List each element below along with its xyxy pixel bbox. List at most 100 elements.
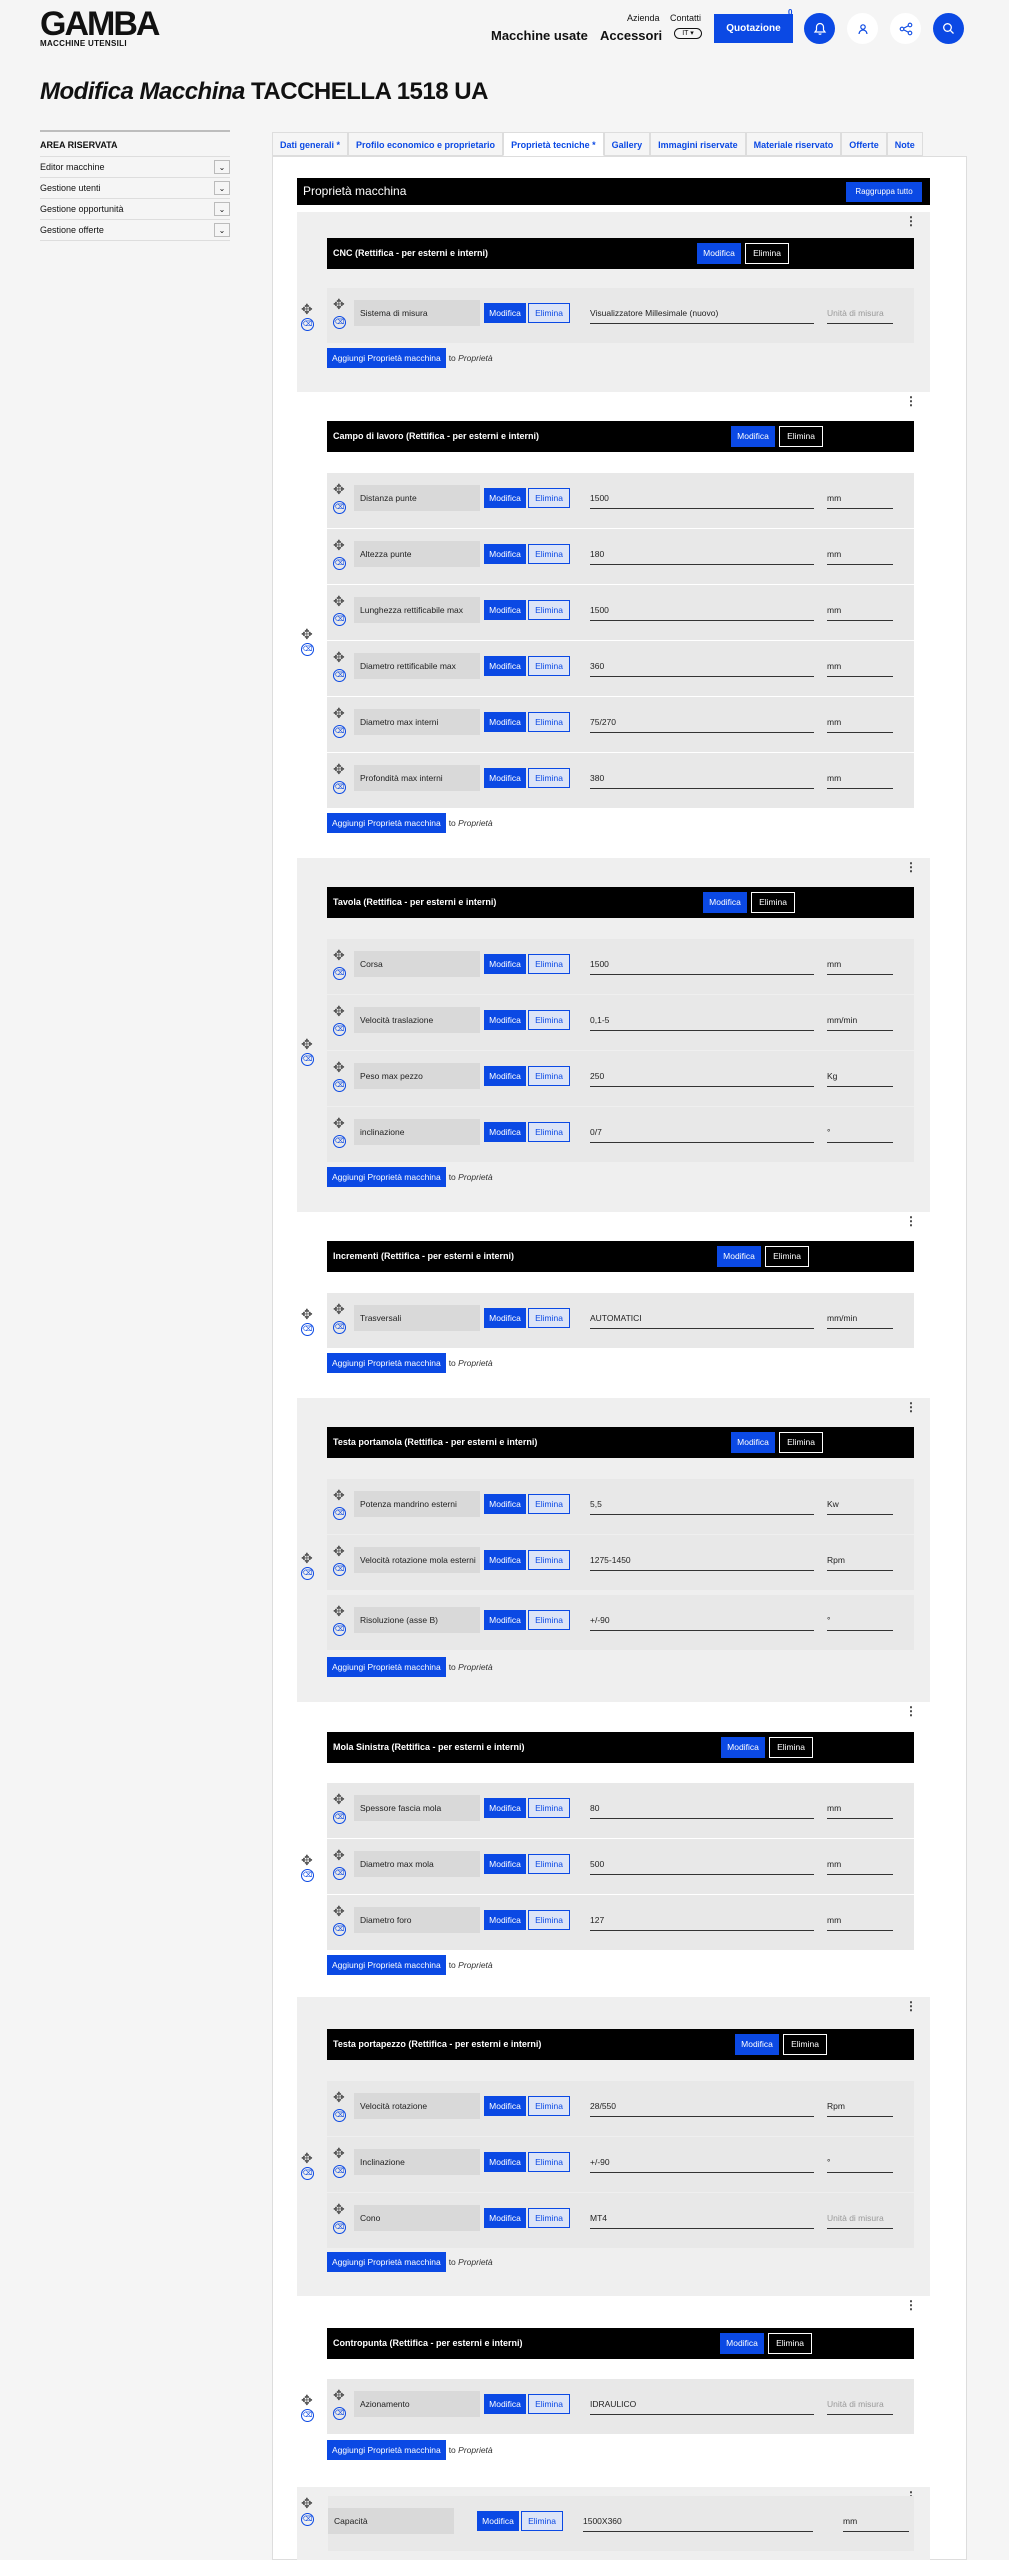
edit-property-button[interactable]: Modifica	[477, 2511, 519, 2531]
delete-group-button[interactable]: Elimina	[765, 1246, 809, 1267]
group-drag-handle-icon[interactable]: ✥	[301, 302, 313, 316]
edit-group-button[interactable]: Modifica	[720, 2333, 764, 2354]
delete-property-button[interactable]: Elimina	[528, 303, 570, 323]
drag-handle-icon[interactable]: ✥	[333, 650, 345, 664]
tab-offerte[interactable]: Offerte	[841, 132, 887, 156]
notifications-button[interactable]	[804, 13, 835, 44]
language-select[interactable]: IT ▾	[674, 28, 702, 39]
trash-icon[interactable]: ⌫	[333, 725, 346, 738]
trash-icon[interactable]: ⌫	[301, 2513, 314, 2526]
property-value-input[interactable]: Visualizzatore Millesimale (nuovo)	[590, 304, 814, 324]
property-value-input[interactable]: 360	[590, 657, 814, 677]
trash-icon[interactable]: ⌫	[333, 781, 346, 794]
tab-materiale-riservato[interactable]: Materiale riservato	[745, 132, 842, 156]
delete-group-button[interactable]: Elimina	[768, 2333, 812, 2354]
edit-property-button[interactable]: Modifica	[484, 2096, 526, 2116]
drag-handle-icon[interactable]: ✥	[333, 1848, 345, 1862]
delete-property-button[interactable]: Elimina	[528, 1854, 570, 1874]
group-trash-icon[interactable]: ⌫	[301, 317, 314, 331]
trash-icon[interactable]: ⌫	[333, 613, 346, 626]
property-unit-input[interactable]: Unità di misura	[827, 2395, 893, 2415]
edit-property-button[interactable]: Modifica	[484, 1910, 526, 1930]
delete-group-button[interactable]: Elimina	[779, 426, 823, 447]
property-unit-input[interactable]: mm	[827, 955, 893, 975]
trash-icon[interactable]: ⌫	[333, 1867, 346, 1880]
edit-property-button[interactable]: Modifica	[484, 544, 526, 564]
drag-handle-icon[interactable]: ✥	[333, 1060, 345, 1074]
trash-icon[interactable]: ⌫	[333, 1623, 346, 1636]
property-value-input[interactable]: 28/550	[590, 2097, 814, 2117]
sidebar-item-gestione-offerte[interactable]: Gestione offerte ⌄	[40, 220, 230, 241]
drag-handle-icon[interactable]: ✥	[333, 1302, 345, 1316]
tab-proprieta-tecniche[interactable]: Proprietà tecniche *	[503, 132, 604, 156]
edit-property-button[interactable]: Modifica	[484, 1010, 526, 1030]
edit-property-button[interactable]: Modifica	[484, 2152, 526, 2172]
group-trash-icon[interactable]: ⌫	[301, 1052, 314, 1066]
edit-group-button[interactable]: Modifica	[703, 892, 747, 913]
add-property-button[interactable]: Aggiungi Proprietà macchina	[327, 1353, 446, 1373]
drag-handle-icon[interactable]: ✥	[333, 594, 345, 608]
edit-group-button[interactable]: Modifica	[717, 1246, 761, 1267]
group-drag-handle-icon[interactable]: ✥	[301, 1551, 313, 1565]
account-button[interactable]	[847, 13, 878, 44]
drag-handle-icon[interactable]: ✥	[333, 1004, 345, 1018]
edit-property-button[interactable]: Modifica	[484, 1798, 526, 1818]
edit-group-button[interactable]: Modifica	[697, 243, 741, 264]
property-unit-input[interactable]: Kg	[827, 1067, 893, 1087]
trash-icon[interactable]: ⌫	[333, 1023, 346, 1036]
group-trash-icon[interactable]: ⌫	[301, 1322, 314, 1336]
property-unit-input[interactable]: mm	[827, 1911, 893, 1931]
property-unit-input[interactable]: mm/min	[827, 1011, 893, 1031]
more-options-icon[interactable]: ⋮	[905, 860, 917, 874]
edit-property-button[interactable]: Modifica	[484, 488, 526, 508]
delete-group-button[interactable]: Elimina	[779, 1432, 823, 1453]
delete-property-button[interactable]: Elimina	[528, 1066, 570, 1086]
delete-property-button[interactable]: Elimina	[528, 1798, 570, 1818]
property-unit-input[interactable]: mm	[827, 489, 893, 509]
group-trash-icon[interactable]: ⌫	[301, 1868, 314, 1882]
chevron-down-icon[interactable]: ⌄	[214, 223, 230, 237]
nav-used-machines-link[interactable]: Macchine usate	[491, 28, 588, 43]
delete-property-button[interactable]: Elimina	[528, 656, 570, 676]
chevron-down-icon[interactable]: ⌄	[214, 181, 230, 195]
property-value-input[interactable]: 0,1-5	[590, 1011, 814, 1031]
delete-property-button[interactable]: Elimina	[528, 1010, 570, 1030]
property-value-input[interactable]: 80	[590, 1799, 814, 1819]
delete-property-button[interactable]: Elimina	[528, 2394, 570, 2414]
quotation-button[interactable]: Quotazione	[714, 14, 793, 43]
property-value-input[interactable]: 380	[590, 769, 814, 789]
property-unit-input[interactable]: °	[827, 2153, 893, 2173]
delete-property-button[interactable]: Elimina	[528, 2208, 570, 2228]
trash-icon[interactable]: ⌫	[333, 1507, 346, 1520]
nav-company-link[interactable]: Azienda	[627, 13, 660, 23]
property-value-input[interactable]: 500	[590, 1855, 814, 1875]
add-property-button[interactable]: Aggiungi Proprietà macchina	[327, 1955, 446, 1975]
more-options-icon[interactable]: ⋮	[905, 394, 917, 408]
edit-property-button[interactable]: Modifica	[484, 1550, 526, 1570]
add-property-button[interactable]: Aggiungi Proprietà macchina	[327, 813, 446, 833]
tab-dati-generali[interactable]: Dati generali *	[272, 132, 349, 156]
drag-handle-icon[interactable]: ✥	[333, 762, 345, 776]
tab-profilo-economico[interactable]: Profilo economico e proprietario	[348, 132, 504, 156]
add-property-button[interactable]: Aggiungi Proprietà macchina	[327, 1167, 446, 1187]
property-value-input[interactable]: MT4	[590, 2209, 814, 2229]
property-unit-input[interactable]: mm	[827, 1855, 893, 1875]
edit-group-button[interactable]: Modifica	[735, 2034, 779, 2055]
edit-property-button[interactable]: Modifica	[484, 1122, 526, 1142]
property-value-input[interactable]: IDRAULICO	[590, 2395, 814, 2415]
edit-property-button[interactable]: Modifica	[484, 954, 526, 974]
group-drag-handle-icon[interactable]: ✥	[301, 1853, 313, 1867]
nav-contacts-link[interactable]: Contatti	[670, 13, 701, 23]
trash-icon[interactable]: ⌫	[333, 2109, 346, 2122]
property-unit-input[interactable]: mm	[827, 601, 893, 621]
group-trash-icon[interactable]: ⌫	[301, 2408, 314, 2422]
add-property-button[interactable]: Aggiungi Proprietà macchina	[327, 1657, 446, 1677]
group-drag-handle-icon[interactable]: ✥	[301, 2151, 313, 2165]
property-value-input[interactable]: 127	[590, 1911, 814, 1931]
property-value-input[interactable]: 1500	[590, 489, 814, 509]
share-button[interactable]	[890, 13, 921, 44]
trash-icon[interactable]: ⌫	[333, 1079, 346, 1092]
more-options-icon[interactable]: ⋮	[905, 1704, 917, 1718]
chevron-down-icon[interactable]: ⌄	[214, 160, 230, 174]
edit-property-button[interactable]: Modifica	[484, 768, 526, 788]
